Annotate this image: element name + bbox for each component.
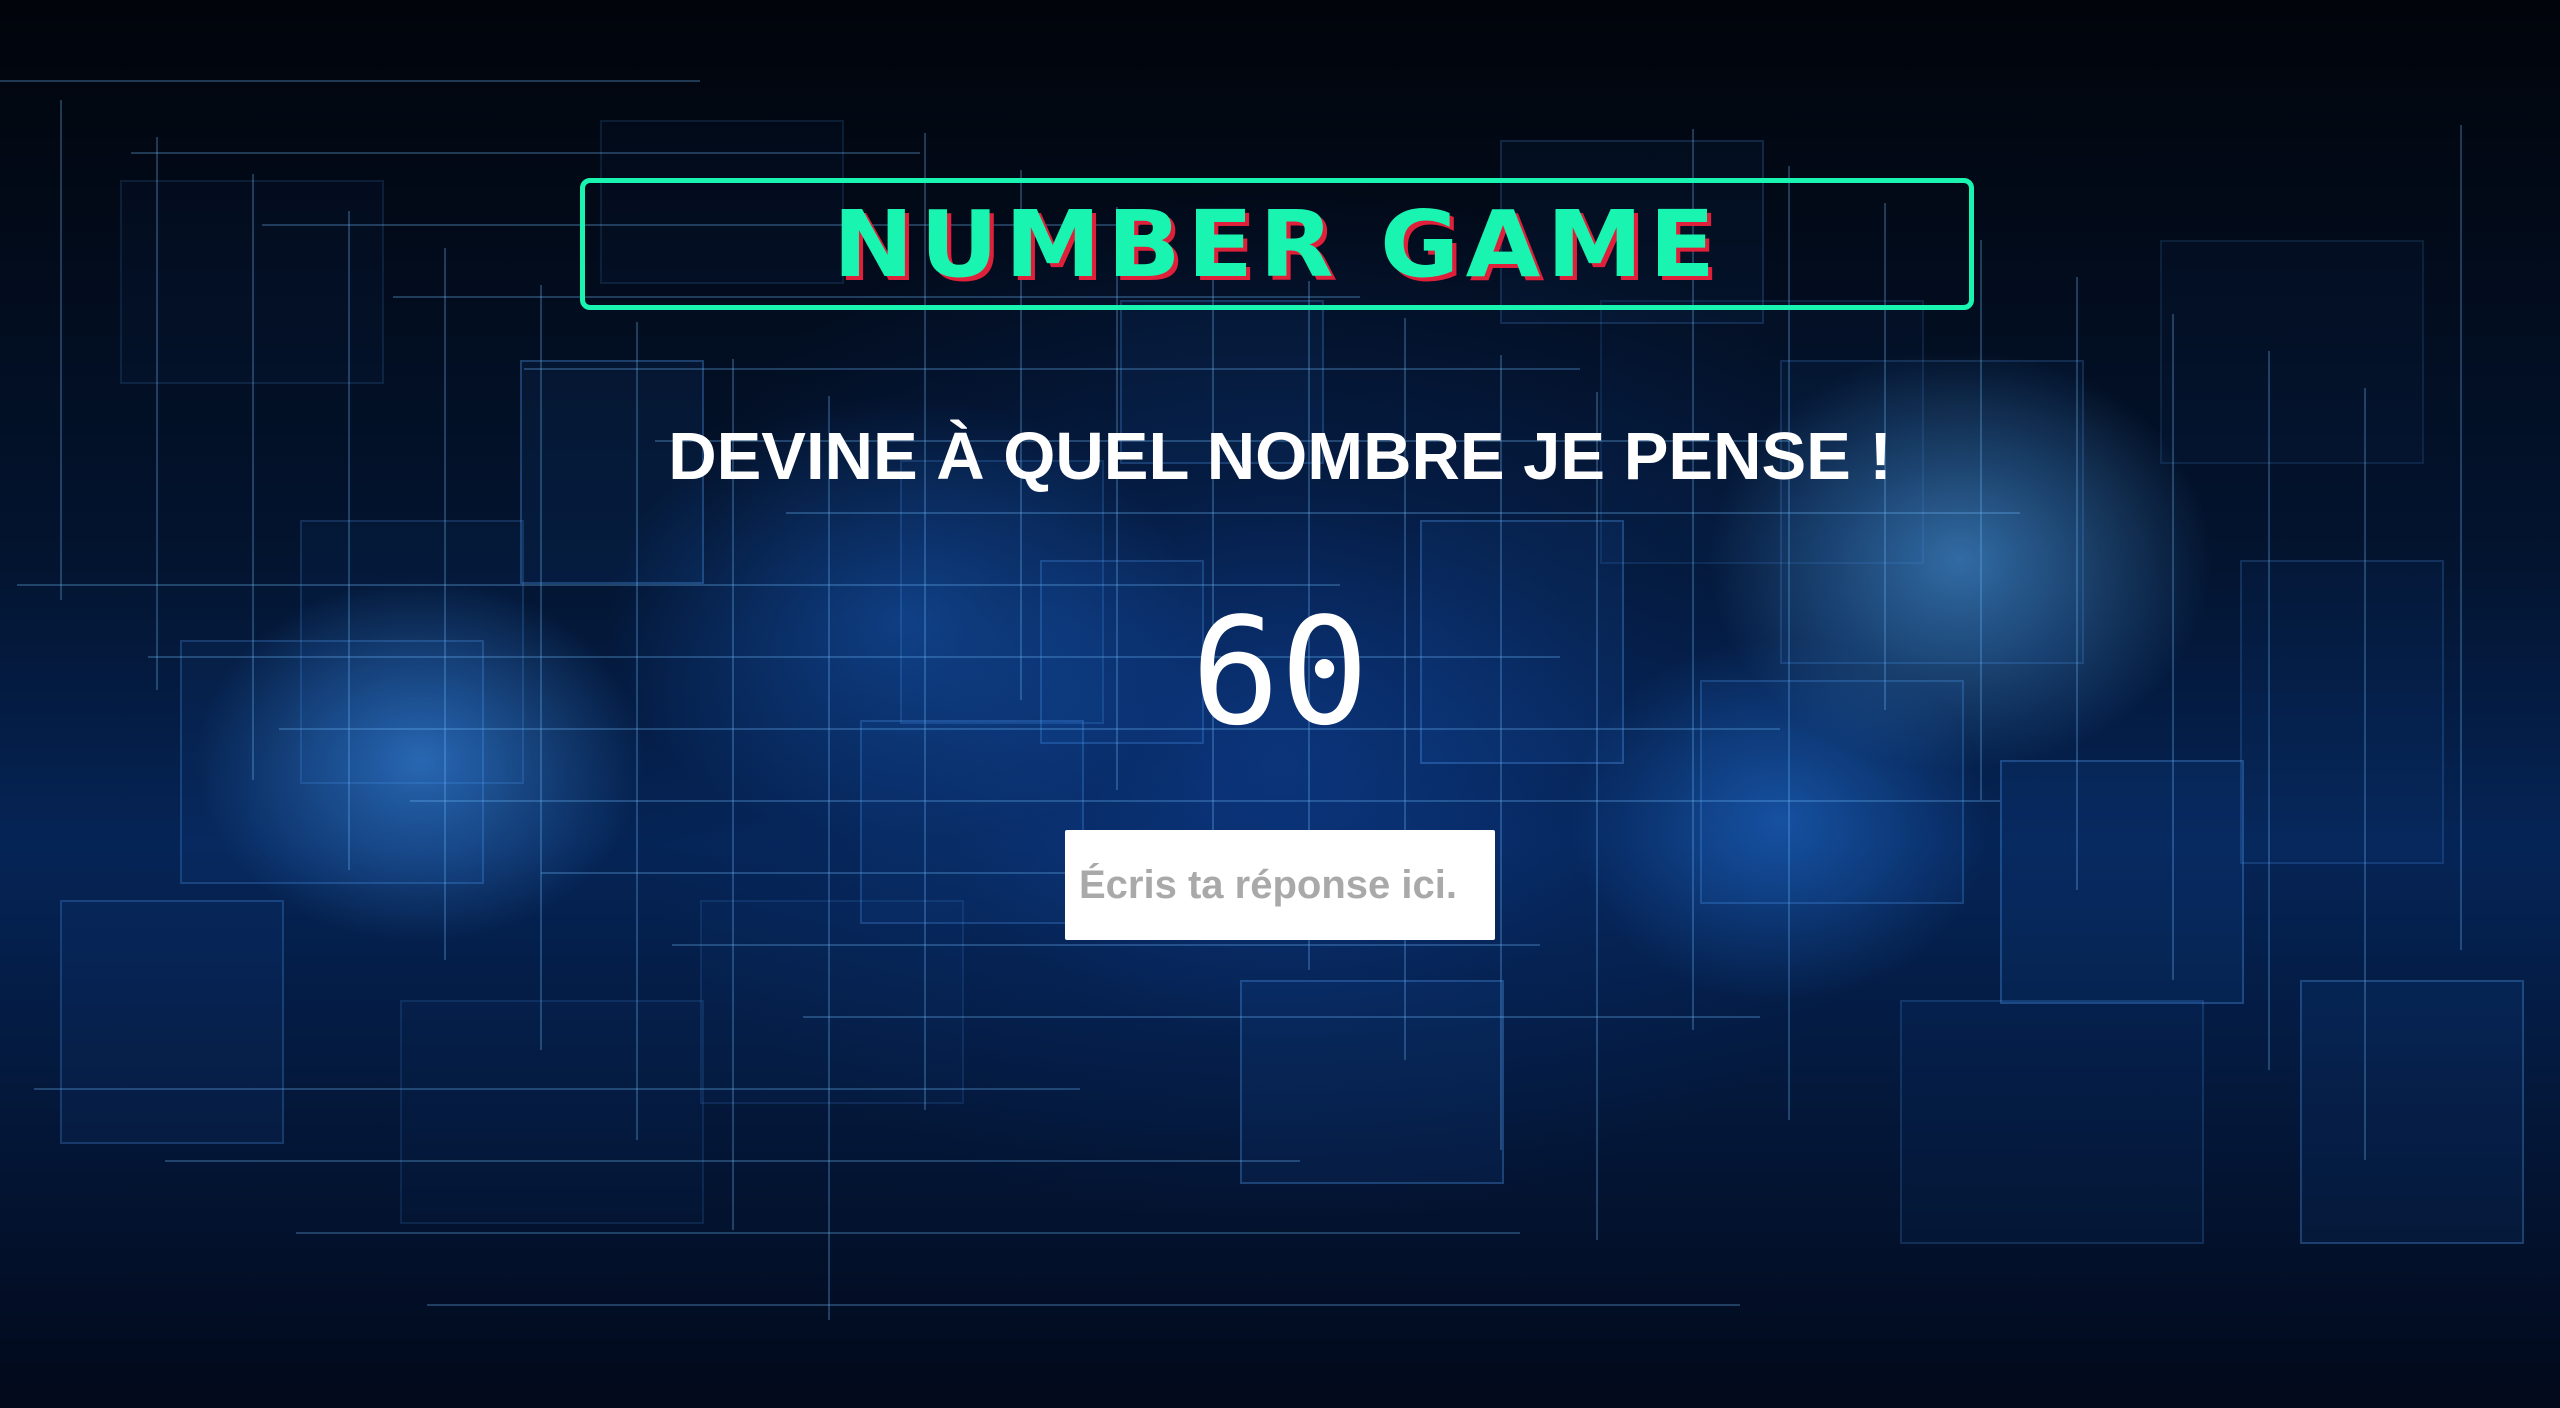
game-prompt: DEVINE À QUEL NOMBRE JE PENSE ! [668,419,1892,494]
background-line [348,211,350,870]
background-line [34,1088,1080,1090]
background-line [1212,244,1214,880]
background-line [0,80,700,82]
background-line [524,368,1580,370]
game-title: NUMBER GAME [832,190,1722,298]
background-line [828,396,830,1320]
background-cube [2300,980,2524,1244]
background-cube [1240,980,1504,1184]
background-cube [120,180,384,384]
background-line [17,584,1340,586]
background-line [427,1304,1740,1306]
background-cube [1900,1000,2204,1244]
background-line [786,512,2020,514]
background-line [131,152,920,154]
answer-input[interactable] [1065,830,1495,940]
background-line [410,800,2000,802]
background-line [803,1016,1760,1018]
title-frame: NUMBER GAME [580,178,1974,310]
game-screen: NUMBER GAME DEVINE À QUEL NOMBRE JE PENS… [0,0,2560,1408]
background-cube [400,1000,704,1224]
background-line [1596,392,1598,1240]
background-line [165,1160,1300,1162]
background-cube [860,720,1084,924]
background-line [296,1232,1520,1234]
background-line [2460,125,2462,950]
background-cube [2000,760,2244,1004]
background-cube [60,900,284,1144]
background-line [60,100,62,600]
background-line [672,944,1540,946]
background-line [2364,388,2366,1160]
background-cube [700,900,964,1104]
background-line [2076,277,2078,890]
countdown-timer: 60 [1190,586,1370,758]
